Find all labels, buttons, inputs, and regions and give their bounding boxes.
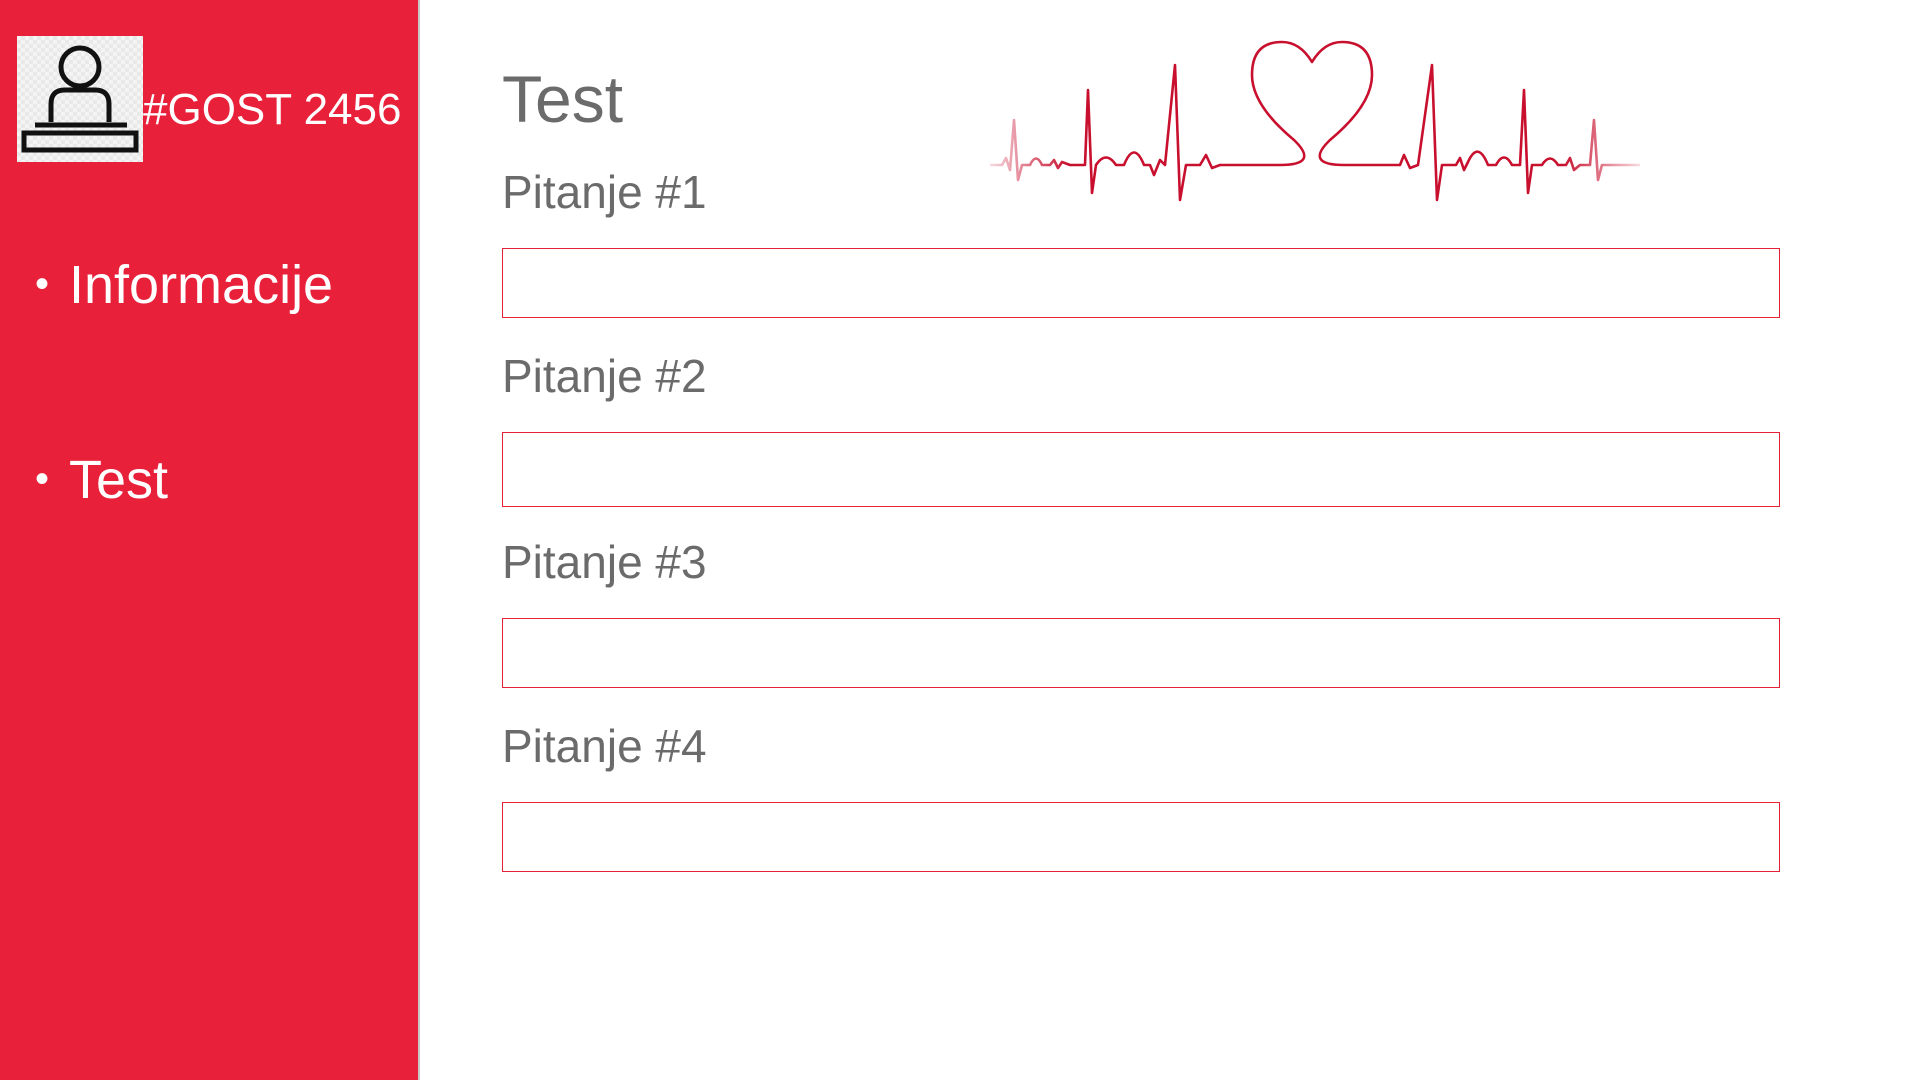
question-3-input[interactable] [502, 618, 1780, 688]
question-1-label: Pitanje #1 [502, 166, 707, 218]
question-1-input[interactable] [502, 248, 1780, 318]
sidebar: #GOST 2456 • Informacije • Test [0, 0, 420, 1080]
user-at-desk-icon [21, 45, 139, 153]
question-3-label: Pitanje #3 [502, 536, 707, 588]
nav-item-informacije[interactable]: • Informacije [35, 254, 333, 315]
avatar [17, 36, 143, 162]
heartbeat-heart-icon [990, 40, 1640, 202]
bullet: • [35, 262, 50, 306]
bullet: • [35, 457, 50, 501]
user-id-label: #GOST 2456 [143, 85, 402, 134]
nav-item-label: Test [69, 450, 169, 510]
question-4-input[interactable] [502, 802, 1780, 872]
nav-item-label: Informacije [69, 255, 334, 315]
question-2-label: Pitanje #2 [502, 350, 707, 402]
nav-item-test[interactable]: • Test [35, 449, 168, 510]
question-2-input[interactable] [502, 432, 1780, 507]
question-4-label: Pitanje #4 [502, 720, 707, 772]
page-title: Test [502, 62, 624, 136]
